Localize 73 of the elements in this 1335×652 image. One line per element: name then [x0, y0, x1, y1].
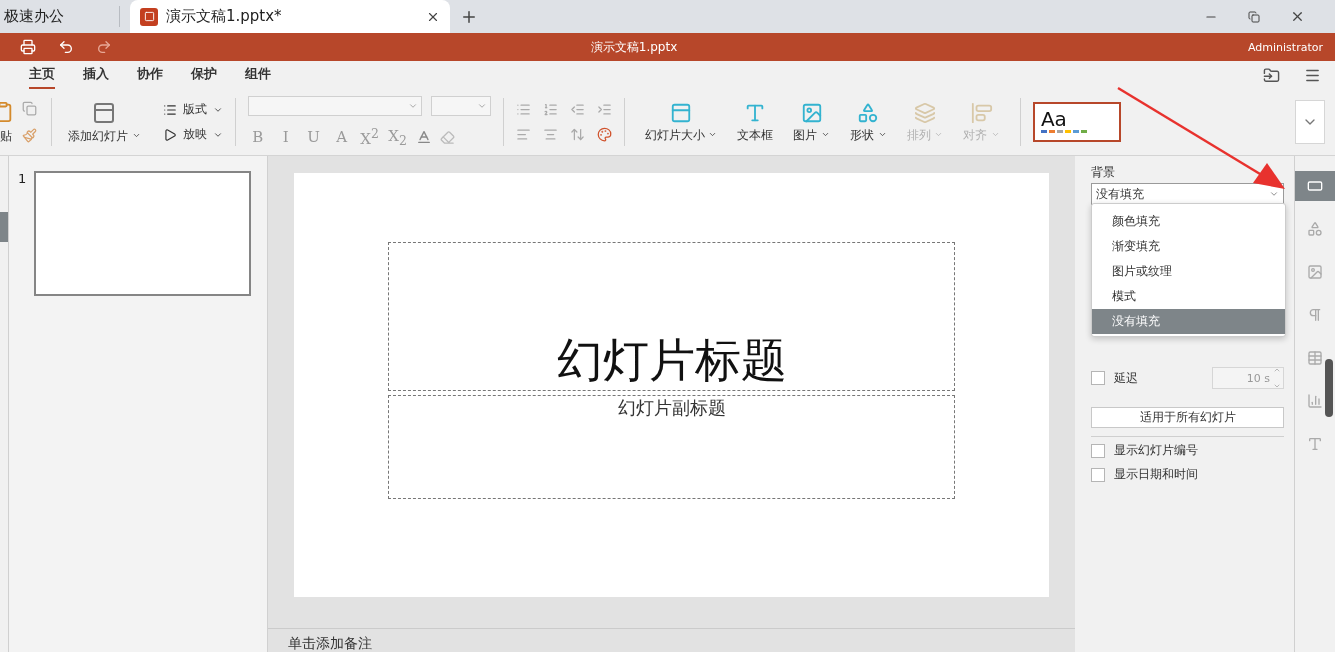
line-spacing-icon[interactable]	[569, 127, 585, 142]
font-field[interactable]	[247, 96, 422, 116]
undo-icon[interactable]	[58, 39, 74, 55]
image-icon	[800, 101, 823, 124]
presentation-icon	[140, 7, 158, 26]
theme-preview[interactable]: Aa	[1032, 102, 1121, 142]
paste-button[interactable]: 贴	[0, 128, 12, 144]
copy-icon[interactable]	[22, 101, 37, 116]
font-color-icon[interactable]	[415, 129, 432, 145]
option-label: 显示幻灯片编号	[1114, 443, 1198, 458]
layout-icon	[162, 102, 177, 117]
shape-icon	[857, 101, 880, 124]
play-button[interactable]: 放映	[162, 127, 223, 142]
eraser-icon[interactable]	[439, 129, 455, 145]
font-size-field[interactable]	[430, 96, 491, 116]
apply-all-button[interactable]: 适用于所有幻灯片	[1091, 407, 1284, 428]
align-icon	[970, 101, 993, 124]
window-title: 演示文稿1.pptx	[590, 38, 678, 56]
menu-tab[interactable]: 主页	[29, 61, 55, 89]
slide-number: 1	[18, 171, 27, 188]
slide-thumbnail[interactable]	[34, 171, 252, 296]
fill-color-icon[interactable]	[596, 127, 612, 142]
delay-label: 延迟	[1114, 370, 1138, 386]
menu-tab[interactable]: 协作	[137, 61, 163, 89]
menu-tab[interactable]: 保护	[191, 61, 217, 89]
dropdown-option[interactable]: 没有填充	[1092, 309, 1285, 334]
user-name: Administrator	[1248, 40, 1323, 54]
caret-icon	[476, 101, 487, 111]
folder-icon[interactable]	[1263, 66, 1280, 84]
add-slide-button[interactable]: 添加幻灯片	[64, 100, 145, 144]
print-icon[interactable]	[20, 39, 36, 55]
align-left-icon[interactable]	[515, 127, 531, 142]
size-icon	[670, 101, 692, 124]
subtitle-placeholder[interactable]: 幻灯片副标题	[388, 395, 955, 499]
arrange-icon	[913, 101, 936, 124]
option-label: 显示日期和时间	[1114, 467, 1198, 482]
document-tab[interactable]: 极速办公	[0, 6, 120, 27]
indent-decrease-icon[interactable]	[569, 102, 585, 117]
align-center-icon[interactable]	[542, 127, 558, 142]
option-checkbox[interactable]	[1091, 443, 1105, 458]
slide-settings-icon[interactable]	[1295, 171, 1335, 201]
dropdown-option[interactable]: 模式	[1092, 284, 1285, 309]
notes-field[interactable]: 单击添加备注	[288, 635, 372, 652]
spin-down-icon[interactable]	[1273, 382, 1281, 390]
restore-icon[interactable]	[1248, 10, 1260, 23]
document-tab[interactable]: 演示文稿1.pptx*	[130, 0, 450, 33]
option-checkbox[interactable]	[1091, 467, 1105, 482]
numbered-list-icon[interactable]	[542, 102, 558, 117]
title-placeholder[interactable]: 幻灯片标题	[388, 242, 955, 391]
caret-icon	[407, 101, 418, 111]
slide-add-icon	[92, 100, 117, 125]
brush-icon[interactable]	[22, 128, 37, 143]
dropdown-option[interactable]: 颜色填充	[1092, 209, 1285, 234]
menu-tab[interactable]: 组件	[245, 61, 271, 89]
insert-tool-button[interactable]: 幻灯片大小	[640, 101, 722, 143]
bullet-list-icon[interactable]	[515, 102, 531, 117]
menu-tab[interactable]: 插入	[83, 61, 109, 89]
indent-increase-icon[interactable]	[596, 102, 612, 117]
play-icon	[162, 127, 177, 142]
insert-tool-button[interactable]: 形状	[845, 101, 891, 143]
spin-up-icon[interactable]	[1273, 366, 1281, 374]
caret-icon	[1269, 189, 1279, 199]
dropdown-option[interactable]: 图片或纹理	[1092, 259, 1285, 284]
redo-icon[interactable]	[96, 39, 112, 55]
dropdown-option[interactable]: 渐变填充	[1092, 234, 1285, 259]
expand-button[interactable]	[1295, 100, 1325, 144]
section-label: 背景	[1091, 164, 1116, 181]
delay-checkbox[interactable]	[1091, 371, 1105, 385]
scrollbar[interactable]	[1325, 359, 1333, 417]
insert-tool-button[interactable]: 图片	[789, 101, 834, 143]
insert-tool-button[interactable]: 文本框	[733, 101, 778, 143]
close-icon[interactable]	[1290, 9, 1305, 24]
layout-button[interactable]: 版式	[162, 102, 223, 117]
